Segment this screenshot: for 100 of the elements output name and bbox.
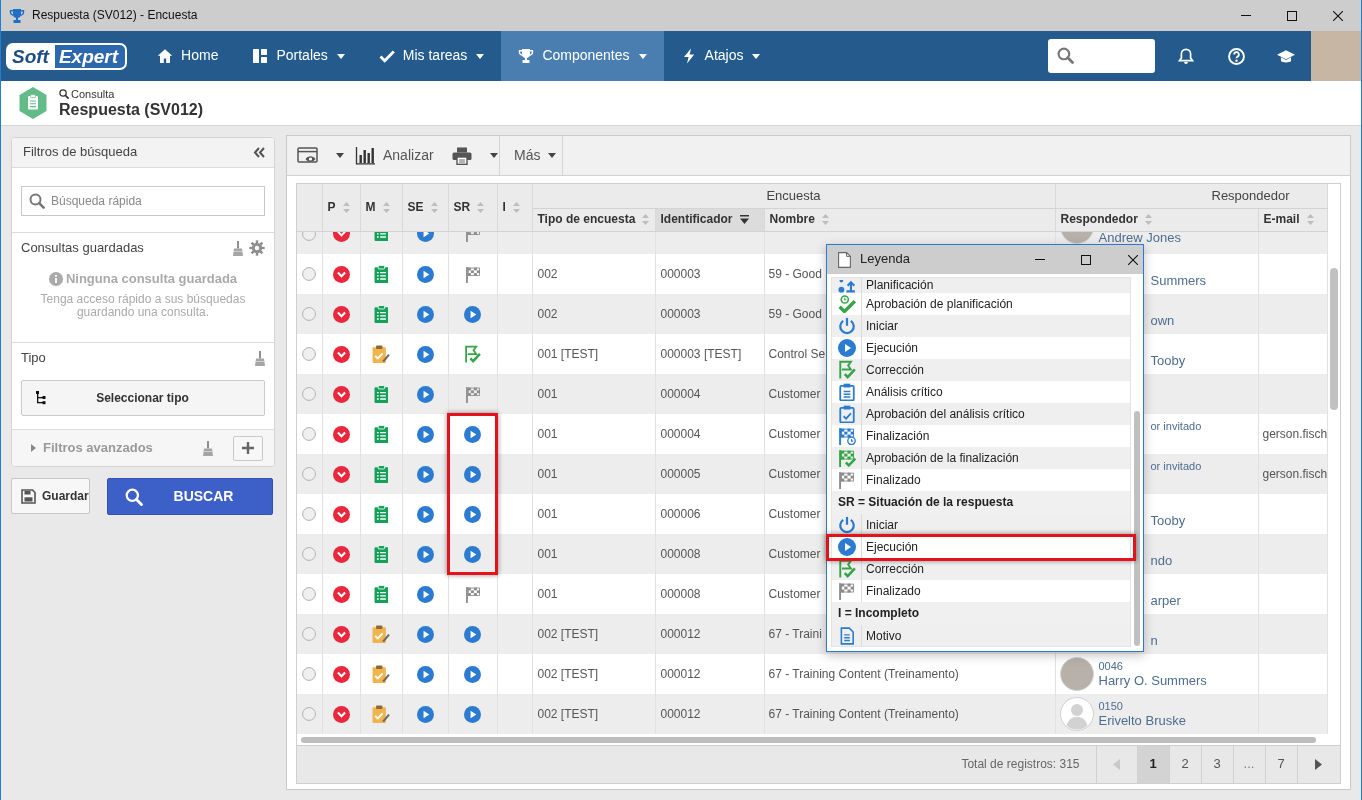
logo: Soft Expert [6, 43, 128, 70]
column-header[interactable]: I [497, 184, 532, 231]
responder-name[interactable]: Tooby [1150, 353, 1254, 369]
radio-button[interactable] [302, 507, 317, 521]
responder-name[interactable]: Summers [1150, 273, 1254, 289]
column-header[interactable]: SR [448, 184, 497, 231]
responder-name[interactable]: ndo [1150, 553, 1254, 569]
sort-icon[interactable] [430, 201, 438, 213]
dashboard-icon [252, 48, 269, 64]
responder-code: or invitado [1150, 419, 1203, 433]
select-type-button[interactable]: Seleccionar tipo [21, 380, 265, 416]
sort-icon[interactable] [1144, 214, 1152, 225]
sort-icon[interactable] [821, 214, 829, 225]
broom-icon[interactable] [233, 240, 243, 256]
scrollbar-thumb[interactable] [1329, 268, 1338, 410]
legend-label: Ejecución [865, 538, 919, 556]
clipboard-list-icon [373, 384, 389, 404]
sort-icon[interactable] [512, 201, 520, 213]
table-row[interactable]: 002 [TEST] 000012 67 - Training Content (Treinamento) 0150 Erivelto Bruske [297, 694, 1327, 734]
broom-icon[interactable] [203, 440, 213, 456]
radio-button[interactable] [302, 307, 317, 321]
column-header[interactable]: SE [402, 184, 448, 231]
page-button[interactable]: 1 [1136, 746, 1169, 783]
add-filter-button[interactable] [233, 435, 263, 461]
radio-button[interactable] [302, 667, 317, 681]
survey-id-text: 000003 [660, 306, 701, 321]
window-eye-icon [297, 146, 319, 165]
play-circle-icon [416, 465, 434, 483]
more-button[interactable]: Más [500, 136, 563, 175]
radio-button[interactable] [302, 707, 317, 721]
column-header[interactable]: Tipo de encuesta [532, 208, 655, 231]
flag-check-icon [837, 360, 856, 380]
page-button[interactable]: 2 [1168, 746, 1201, 783]
search-field[interactable] [1048, 39, 1155, 73]
search-button[interactable]: BUSCAR [107, 478, 273, 515]
radio-button[interactable] [302, 587, 317, 601]
play-circle-icon [464, 545, 481, 563]
survey-id-text: 000003 [TEST] [660, 346, 742, 361]
page-button[interactable]: 3 [1200, 746, 1233, 783]
maximize-icon [1081, 254, 1091, 265]
column-header[interactable]: P [322, 184, 360, 231]
survey-type-text: 002 [537, 306, 558, 321]
bar-chart-icon [355, 146, 375, 165]
page-button[interactable]: 7 [1264, 746, 1297, 783]
responder-name[interactable]: n [1150, 633, 1254, 649]
radio-button[interactable] [302, 467, 317, 481]
survey-id-text: 000004 [660, 386, 701, 401]
radio-button[interactable] [302, 347, 317, 361]
trophy-icon [518, 48, 535, 64]
clipboard-pencil-icon [371, 624, 391, 644]
responder-name[interactable]: Harry O. Summers [1098, 673, 1207, 689]
search-icon [59, 88, 69, 99]
nav-item[interactable]: Home [140, 31, 236, 81]
radio-button[interactable] [302, 627, 317, 641]
nav-item[interactable]: Mis tareas [361, 31, 502, 81]
survey-name-text: 67 - Training Content (Treinamento) [768, 666, 959, 681]
broom-icon[interactable] [255, 350, 265, 366]
search-field[interactable]: Búsqueda rápida [21, 186, 265, 216]
chevron-down-circle-icon [332, 585, 350, 603]
bell-icon [1178, 47, 1194, 65]
column-header[interactable]: M [360, 184, 402, 231]
play-circle-icon [464, 425, 481, 443]
survey-id-text: 000008 [660, 546, 701, 561]
email-text: gerson.fisch [1262, 426, 1328, 441]
radio-button[interactable] [302, 427, 317, 441]
radio-button[interactable] [302, 267, 317, 281]
scrollbar-thumb[interactable] [1134, 411, 1140, 646]
settings-icon[interactable] [249, 240, 265, 256]
chevron-down-circle-icon [332, 465, 350, 483]
nav-item[interactable]: Componentes [501, 31, 664, 81]
scrollbar-thumb[interactable] [301, 737, 1316, 743]
sort-icon[interactable] [342, 201, 350, 213]
survey-type-text: 001 [TEST] [537, 346, 599, 361]
sort-icon[interactable] [477, 201, 485, 213]
responder-name[interactable]: Erivelto Bruske [1098, 713, 1186, 729]
responder-name[interactable]: Tooby [1150, 513, 1254, 529]
clipboard-list-icon [373, 424, 389, 444]
flag-check-icon [837, 559, 856, 579]
empty-state-title: Ninguna consulta guardada [65, 270, 238, 288]
column-header[interactable]: Nombre [764, 208, 1055, 231]
sort-icon[interactable] [382, 201, 390, 213]
responder-name[interactable]: own [1150, 313, 1254, 329]
sort-icon[interactable] [642, 214, 650, 225]
survey-type-text: 002 [TEST] [537, 626, 599, 641]
home-icon [157, 48, 174, 64]
column-header[interactable]: Respondedor [1055, 208, 1258, 231]
responder-name[interactable]: arper [1150, 593, 1254, 609]
search-icon [1057, 47, 1074, 64]
analyze-button[interactable]: Analizar [350, 136, 440, 175]
column-group-header: Encuesta [532, 184, 1055, 208]
save-button[interactable]: Guardar [11, 478, 90, 514]
nav-item[interactable]: Atajos [663, 31, 778, 81]
caret-left-icon [1113, 759, 1120, 770]
double-chevron-left-icon[interactable] [253, 147, 265, 158]
radio-button[interactable] [302, 387, 317, 401]
sort-descending-icon[interactable] [739, 215, 749, 224]
radio-button[interactable] [302, 547, 317, 561]
sort-icon[interactable] [1306, 214, 1314, 225]
nav-item[interactable]: Portales [235, 31, 362, 81]
responder-name[interactable]: Andrew Jones [1098, 231, 1181, 244]
